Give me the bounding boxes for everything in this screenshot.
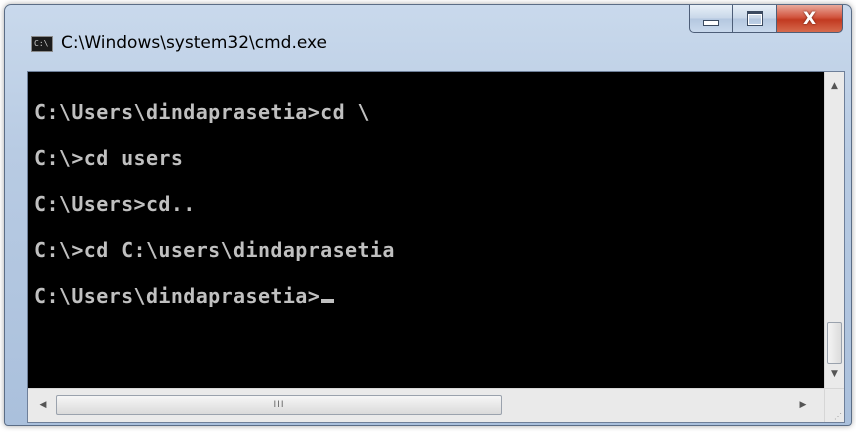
caption-buttons: X [689,5,843,35]
scroll-left-icon[interactable]: ◀ [34,396,52,414]
horizontal-scrollbar[interactable]: ◀ III ▶ [28,388,824,422]
text-cursor [321,299,335,303]
close-button[interactable]: X [777,5,843,33]
console-line: C:\Users\dindaprasetia>cd \ [34,100,370,124]
scroll-grip-icon: III [273,400,285,410]
scroll-up-icon[interactable]: ▲ [825,76,844,96]
scroll-down-icon[interactable]: ▼ [825,364,844,384]
vertical-scroll-thumb[interactable] [827,322,842,364]
maximize-button[interactable] [733,5,777,33]
scroll-right-icon[interactable]: ▶ [794,396,812,414]
console-line: C:\Users>cd.. [34,192,196,216]
maximize-icon [746,11,763,26]
console-output[interactable]: C:\Users\dindaprasetia>cd \ C:\>cd users… [28,72,824,388]
console-line: C:\>cd users [34,146,184,170]
minimize-icon [703,19,719,26]
console-client-area: C:\Users\dindaprasetia>cd \ C:\>cd users… [27,71,845,423]
minimize-button[interactable] [689,5,733,33]
title-bar[interactable]: C:\ C:\Windows\system32\cmd.exe X [5,5,851,71]
close-icon: X [802,8,817,29]
console-prompt-line[interactable]: C:\Users\dindaprasetia> [34,284,335,308]
resize-corner[interactable]: ⋰ [824,388,844,422]
console-prompt: C:\Users\dindaprasetia> [34,284,321,308]
size-grip-icon: ⋰ [834,412,842,421]
console-line: C:\>cd C:\users\dindaprasetia [34,238,395,262]
window-title: C:\Windows\system32\cmd.exe [61,33,328,53]
console-icon[interactable]: C:\ [31,36,53,52]
horizontal-scroll-thumb[interactable]: III [56,395,502,415]
cmd-window: C:\ C:\Windows\system32\cmd.exe X C:\Use… [4,4,852,426]
vertical-scrollbar[interactable]: ▲ ▼ [824,72,844,388]
